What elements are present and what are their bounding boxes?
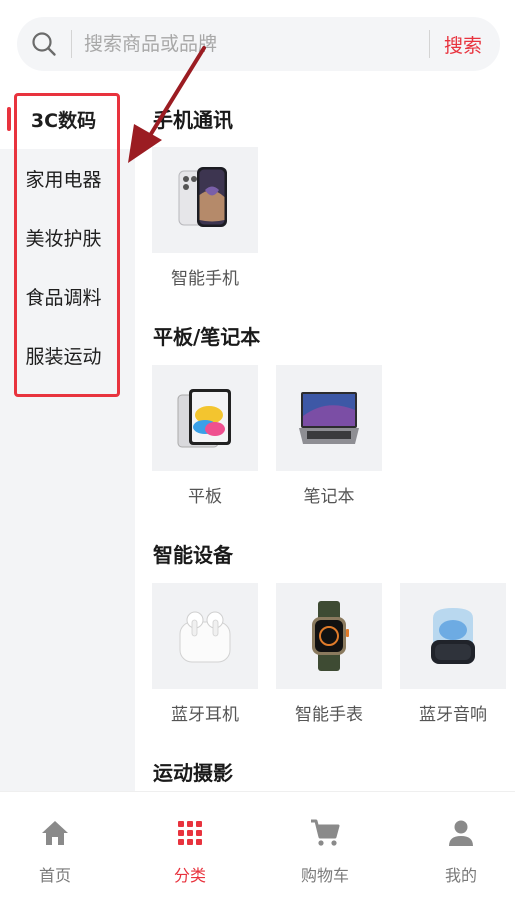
product-item-smartphone[interactable]: 智能手机 — [152, 147, 258, 289]
sidebar-item-label: 服装运动 — [25, 346, 102, 368]
product-thumbnail — [152, 147, 258, 253]
product-item-earbuds[interactable]: 蓝牙耳机 — [152, 583, 258, 725]
sidebar-item-food[interactable]: 食品调料 — [0, 267, 135, 326]
watch-image — [312, 601, 349, 671]
product-thumbnail — [152, 365, 258, 471]
category-sidebar: 3C数码 家用电器 美妆护肤 食品调料 服装运动 — [0, 90, 135, 791]
product-label: 智能手机 — [171, 269, 239, 289]
tab-label: 分类 — [173, 866, 206, 885]
tab-home[interactable]: 首页 — [0, 792, 119, 901]
product-label: 蓝牙音响 — [419, 705, 487, 725]
sidebar-item-label: 家用电器 — [25, 169, 102, 191]
section-title: 手机通讯 — [153, 108, 233, 132]
tab-category[interactable]: 分类 — [126, 792, 254, 901]
search-divider — [428, 30, 430, 58]
sidebar-item-label: 美妆护肤 — [25, 228, 102, 250]
sidebar-item-label: 食品调料 — [25, 287, 102, 309]
section-title: 智能设备 — [153, 543, 233, 567]
section-title: 平板/笔记本 — [153, 325, 261, 349]
product-label: 蓝牙耳机 — [171, 705, 239, 725]
tab-cart[interactable]: 购物车 — [261, 792, 389, 901]
sidebar-item-apparel-sports[interactable]: 服装运动 — [0, 326, 135, 385]
page: 搜索 3C数码 家用电器 美妆护肤 食品调料 服装运动 手机通讯 — [0, 0, 515, 901]
category-content: 手机通讯 智能手机 平板/笔记本 平板 笔记本 智能设备 蓝牙耳机 智能手表 蓝… — [135, 90, 515, 791]
product-item-tablet[interactable]: 平板 — [152, 365, 258, 507]
search-bar: 搜索 — [17, 17, 500, 71]
speaker-image — [431, 608, 475, 664]
product-label: 笔记本 — [303, 487, 355, 507]
sidebar-item-beauty[interactable]: 美妆护肤 — [0, 208, 135, 267]
product-item-speaker[interactable]: 蓝牙音响 — [400, 583, 506, 725]
tab-label: 首页 — [38, 866, 71, 885]
product-thumbnail — [400, 583, 506, 689]
product-label: 智能手表 — [295, 705, 363, 725]
bottom-tab-bar: 首页 分类 购物车 我的 — [0, 791, 515, 901]
product-thumbnail — [152, 583, 258, 689]
sidebar-item-label: 3C数码 — [30, 110, 97, 132]
grid-icon — [177, 818, 203, 848]
cart-icon — [309, 818, 341, 848]
tab-label: 购物车 — [300, 866, 349, 885]
search-button[interactable]: 搜索 — [444, 31, 482, 58]
product-label: 平板 — [188, 487, 222, 507]
search-input[interactable] — [72, 17, 429, 71]
laptop-image — [299, 392, 359, 444]
earbuds-image — [179, 611, 231, 663]
sidebar-item-home-appliances[interactable]: 家用电器 — [0, 149, 135, 208]
user-icon — [447, 818, 475, 848]
product-thumbnail — [276, 583, 382, 689]
active-indicator — [7, 107, 11, 131]
search-icon[interactable] — [17, 17, 71, 71]
sidebar-item-3c-digital[interactable]: 3C数码 — [0, 90, 135, 149]
product-item-laptop[interactable]: 笔记本 — [276, 365, 382, 507]
product-item-smartwatch[interactable]: 智能手表 — [276, 583, 382, 725]
product-thumbnail — [276, 365, 382, 471]
tab-profile[interactable]: 我的 — [397, 792, 515, 901]
tablet-image — [177, 389, 231, 448]
home-icon — [40, 818, 70, 848]
section-title: 运动摄影 — [153, 761, 233, 785]
phone-image — [178, 167, 227, 227]
tab-label: 我的 — [444, 866, 477, 885]
